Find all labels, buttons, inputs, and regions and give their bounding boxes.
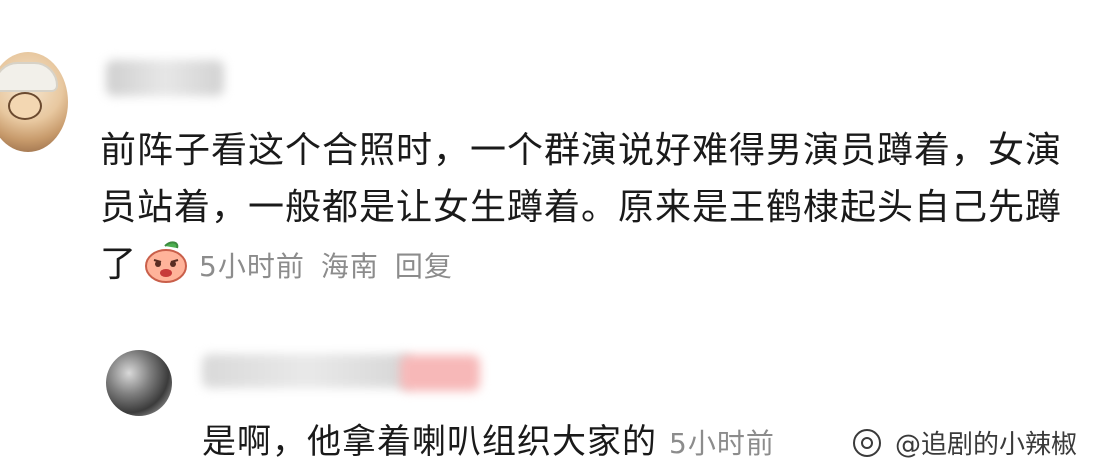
reply-text: 是啊，他拿着喇叭组织大家的 xyxy=(202,422,657,462)
watermark-text: @追剧的小辣椒 xyxy=(894,430,1077,460)
avatar-face xyxy=(8,92,42,120)
commenter-avatar[interactable] xyxy=(0,52,68,152)
avatar-cap xyxy=(0,62,58,92)
weibo-icon xyxy=(852,429,881,457)
reply-body: 是啊，他拿着喇叭组织大家的 5小时前 xyxy=(202,418,775,468)
angry-face-emoji xyxy=(145,241,188,283)
reply-time: 5小时前 xyxy=(669,427,775,460)
commenter-name-blurred[interactable] xyxy=(106,60,224,96)
comment-body: 前阵子看这个合照时，一个群演说好难得男演员蹲着，女演员站着，一般都是让女生蹲着。… xyxy=(100,122,1065,295)
comment-location: 海南 xyxy=(320,250,379,283)
replier-avatar[interactable] xyxy=(106,350,172,416)
comment-meta: 5小时前 海南 回复 xyxy=(199,250,469,283)
watermark: @追剧的小辣椒 xyxy=(846,422,1083,463)
comment-time: 5小时前 xyxy=(199,250,305,283)
reply-button[interactable]: 回复 xyxy=(395,250,453,283)
replier-name-blurred[interactable] xyxy=(202,354,412,388)
replier-badge-blurred xyxy=(400,355,480,391)
